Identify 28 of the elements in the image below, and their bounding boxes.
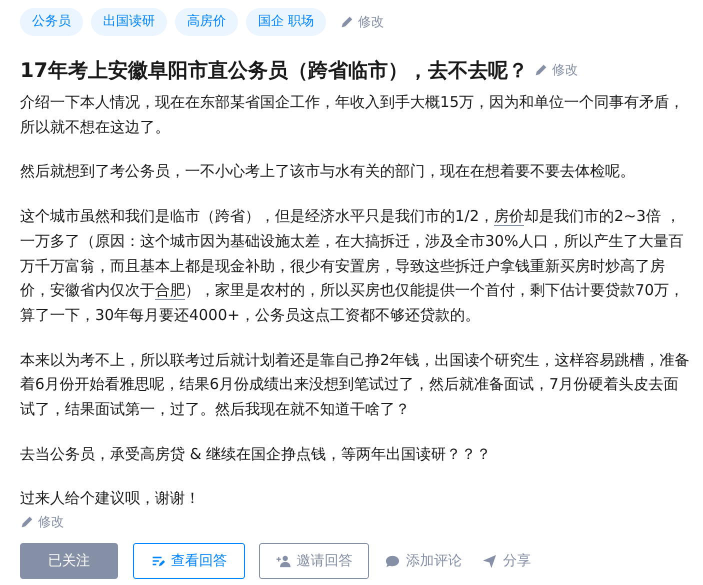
question-paragraph: 去当公务员，承受高房贷 & 继续在国企挣点钱，等两年出国读研？？？ [20,444,492,465]
edit-link[interactable]: 修改 [20,513,64,532]
paper-plane-icon [482,554,497,569]
text-link[interactable]: 合肥 [155,281,185,300]
pencil-icon [20,515,34,530]
question-paragraph: 本来以为考不上，所以联考过后就计划着还是靠自己挣2年钱，出国读个研究生，这样容易跳槽，准备着6月份开始看雅思呢，结果6月份成绩出来没想到笔试过了，然后就准备面试，7月份硬着头皮去面试了，结果面试第一，过了。然后我现在就不知道干啥了？ [20,350,690,420]
comment-button[interactable]: 添加评论 [385,543,462,580]
add-user-icon [276,554,290,568]
question-title: 17年考上安徽阜阳市直公务员（跨省临市），去不去呢？ [20,57,528,84]
list-edit-icon [151,554,165,568]
question-paragraph: 介绍一下本人情况，现在在东部某省国企工作，年收入到手大概15万，因为和单位一个同事有矛盾，所以就不想在这边了。 [20,92,686,138]
share-button[interactable]: 分享 [482,543,531,580]
speech-bubble-icon [385,554,400,569]
topic-tag[interactable]: 出国读研 [91,8,167,36]
topic-tag[interactable]: 公务员 [20,8,83,36]
followed-button[interactable]: 已关注 [20,543,118,580]
view-answers-button[interactable]: 查看回答 [133,543,245,580]
pencil-icon [340,15,354,29]
topic-tag[interactable]: 高房价 [175,8,238,36]
text-link[interactable]: 房价 [494,207,524,226]
question-paragraph: 这个城市虽然和我们是临市（跨省），但是经济水平只是我们市的1/2，房价却是我们市的2~3倍 ，一万多了（原因：这个城市因为基础设施太差，在大搞拆迁，涉及全市30%人口，所以产生了大量百万千万富翁，而且基本上都是现金补助，很少有安置房，导致这些拆迁户拿钱重新买房时炒高了房价，安徽省内仅次于合肥），家里是农村的，所以买房也仅能提供一个首付，剩下估计要贷款70万，算了一下，30年每月要还4000+，公务员这点工资都不够还贷款的。 [20,206,686,326]
question-paragraph: 然后就想到了考公务员，一不小心考上了该市与水有关的部门，现在在想着要不要去体检呢。 [20,161,636,182]
invite-button[interactable]: 邀请回答 [259,543,369,580]
pencil-icon [534,63,548,77]
edit-link[interactable]: 修改 [340,13,384,31]
question-paragraph: 过来人给个建议呗，谢谢！ [20,488,201,510]
topic-tag[interactable]: 国企 职场 [246,8,326,36]
edit-link[interactable]: 修改 [534,61,578,79]
